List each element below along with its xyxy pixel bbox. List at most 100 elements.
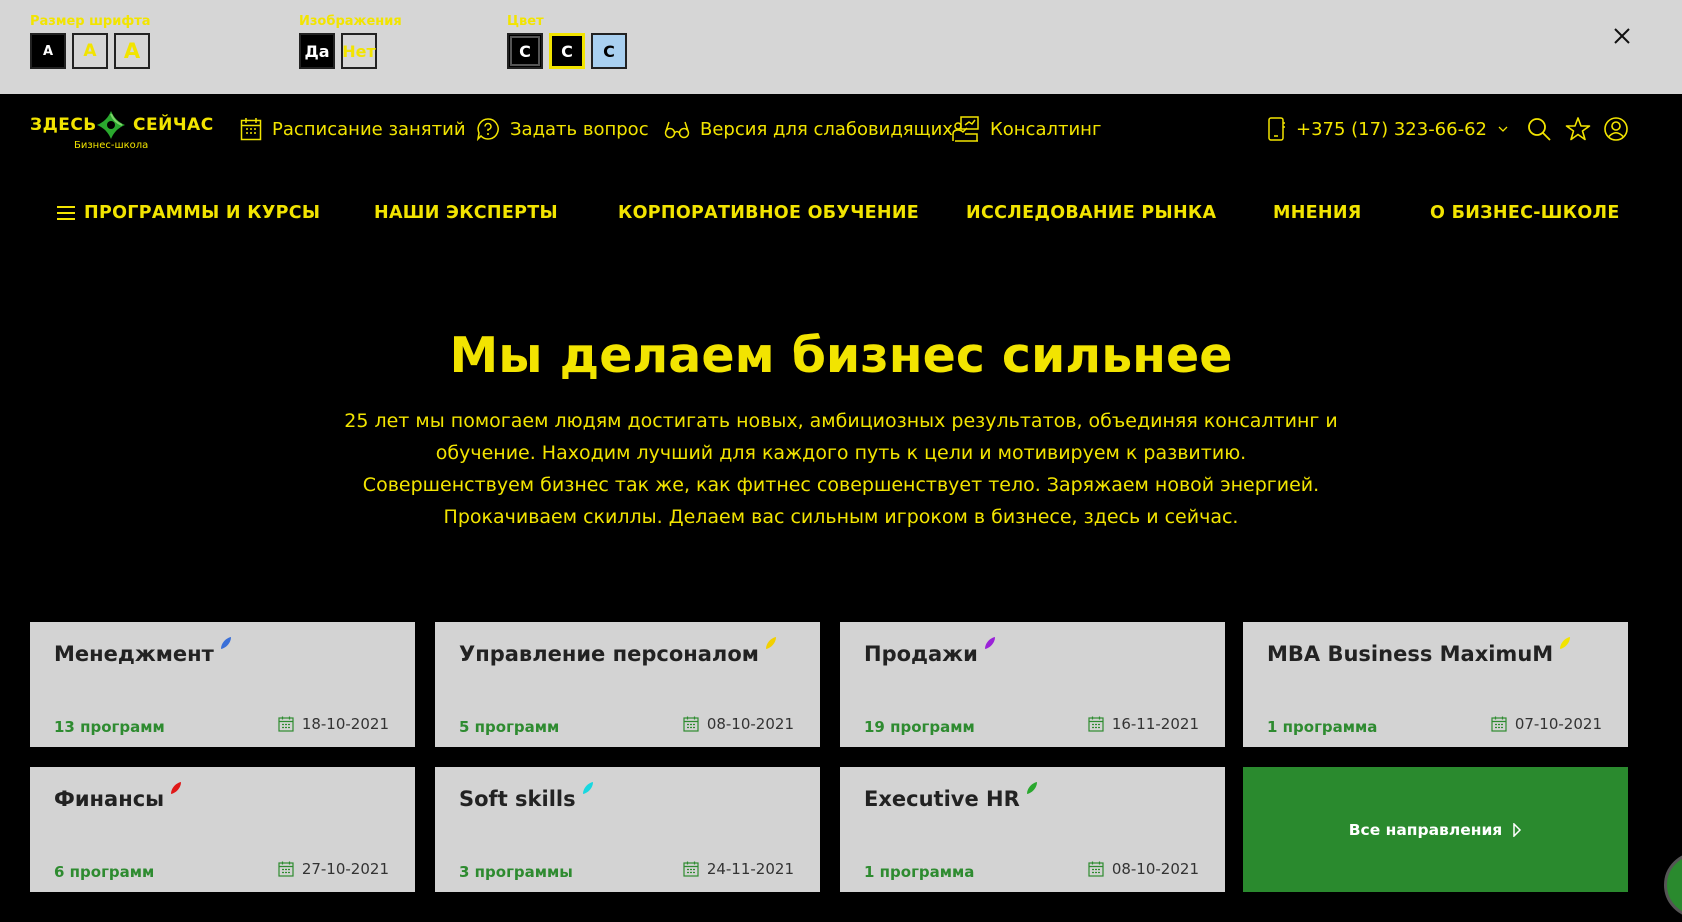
card-title-text: Управление персоналом	[459, 642, 759, 666]
card-program-count: 1 программа	[864, 863, 975, 881]
card-program-count: 6 программ	[54, 863, 155, 881]
card-program-count: 1 программа	[1267, 718, 1378, 736]
leaf-icon	[220, 637, 231, 649]
card-date-text: 07-10-2021	[1514, 715, 1602, 733]
close-icon[interactable]	[1610, 24, 1634, 48]
color-scheme-1-button[interactable]: C	[507, 33, 543, 69]
logo-text-left: ЗДЕСЬ	[30, 115, 97, 135]
calendar-icon	[1088, 861, 1104, 877]
user-icon[interactable]	[1603, 116, 1629, 142]
logo-subtitle: Бизнес-школа	[74, 140, 149, 151]
font-size-medium-button[interactable]: A	[72, 33, 108, 69]
calendar-icon	[278, 861, 294, 877]
card-title-text: Финансы	[54, 787, 165, 811]
card-program-count: 3 программы	[459, 863, 573, 881]
card-title: MBA Business MaximuM	[1267, 637, 1571, 666]
font-size-group: Размер шрифта A A A	[30, 14, 151, 69]
nav-programs-label: ПРОГРАММЫ И КУРСЫ	[84, 203, 321, 223]
logo[interactable]: ЗДЕСЬ СЕЙЧАС Бизнес-школа	[30, 110, 215, 154]
direction-card[interactable]: Продажи 19 программ 16-11-2021	[840, 622, 1225, 747]
chevron-down-icon	[1498, 126, 1508, 132]
direction-card[interactable]: Executive HR 1 программа 08-10-2021	[840, 767, 1225, 892]
ask-question-link[interactable]: Задать вопрос	[476, 114, 649, 144]
card-program-count: 19 программ	[864, 718, 975, 736]
calendar-icon	[1491, 716, 1507, 732]
card-date: 08-10-2021	[1088, 860, 1199, 878]
direction-card[interactable]: Управление персоналом 5 программ 08-10-202…	[435, 622, 820, 747]
nav-programs[interactable]: ПРОГРАММЫ И КУРСЫ	[56, 200, 320, 226]
font-size-small-button[interactable]: A	[30, 33, 66, 69]
consulting-link[interactable]: Консалтинг	[952, 114, 1101, 144]
card-title: Управление персоналом	[459, 637, 777, 666]
search-icon[interactable]	[1526, 116, 1552, 142]
calendar-icon	[683, 716, 699, 732]
card-date-text: 16-11-2021	[1111, 715, 1199, 733]
phone-dropdown[interactable]: +375 (17) 323-66-62	[1266, 114, 1509, 144]
nav-opinions[interactable]: МНЕНИЯ	[1273, 200, 1362, 226]
nav-about[interactable]: О БИЗНЕС-ШКОЛЕ	[1430, 200, 1620, 226]
card-date: 08-10-2021	[683, 715, 794, 733]
hero-description: 25 лет мы помогаем людям достигать новых…	[341, 405, 1341, 533]
direction-card[interactable]: MBA Business MaximuM 1 программа 07-10-202…	[1243, 622, 1628, 747]
images-group: Изображения Да Нет	[299, 14, 402, 69]
direction-card[interactable]: Soft skills 3 программы 24-11-2021	[435, 767, 820, 892]
images-no-button[interactable]: Нет	[341, 33, 377, 69]
hero-title: Мы делаем бизнес сильнее	[449, 327, 1233, 384]
low-vision-label: Версия для слабовидящих	[700, 118, 953, 140]
hero-line: Прокачиваем скиллы. Делаем вас сильным и…	[443, 506, 1239, 528]
card-title-text: Продажи	[864, 642, 978, 666]
card-date-text: 27-10-2021	[301, 860, 389, 878]
card-date-text: 18-10-2021	[301, 715, 389, 733]
question-bubble-icon	[476, 118, 499, 141]
card-date-text: 08-10-2021	[706, 715, 794, 733]
leaf-icon	[1026, 782, 1037, 794]
card-date: 07-10-2021	[1491, 715, 1602, 733]
card-date: 18-10-2021	[278, 715, 389, 733]
hero-line: обучение. Находим лучший для каждого пут…	[435, 442, 1247, 464]
hero-line: Совершенствуем бизнес так же, как фитнес…	[362, 474, 1320, 496]
font-size-large-button[interactable]: A	[114, 33, 150, 69]
accessibility-panel: Размер шрифта A A A Изображения Да Нет Ц…	[0, 0, 1682, 94]
color-label: Цвет	[507, 14, 544, 29]
card-date: 27-10-2021	[278, 860, 389, 878]
card-program-count: 13 программ	[54, 718, 165, 736]
card-date: 24-11-2021	[683, 860, 794, 878]
nav-research[interactable]: ИССЛЕДОВАНИЕ РЫНКА	[966, 200, 1216, 226]
calendar-icon	[240, 118, 262, 141]
color-scheme-2-button[interactable]: C	[549, 33, 585, 69]
card-title: Продажи	[864, 637, 996, 666]
card-title: Executive HR	[864, 782, 1038, 811]
color-scheme-3-button[interactable]: C	[591, 33, 627, 69]
chevron-right-icon	[1513, 822, 1522, 837]
star-icon[interactable]	[1565, 116, 1591, 142]
calendar-icon	[278, 716, 294, 732]
hero-line: 25 лет мы помогаем людям достигать новых…	[344, 410, 1338, 432]
card-title-text: Executive HR	[864, 787, 1020, 811]
schedule-link-label: Расписание занятий	[272, 118, 466, 140]
calendar-icon	[683, 861, 699, 877]
card-title: Менеджмент	[54, 637, 232, 666]
card-title-text: Soft skills	[459, 787, 576, 811]
card-title: Soft skills	[459, 782, 594, 811]
nav-experts[interactable]: НАШИ ЭКСПЕРТЫ	[374, 200, 558, 226]
direction-card[interactable]: Менеджмент 13 программ 18-10-2021	[30, 622, 415, 747]
color-group: Цвет C C C	[507, 14, 627, 69]
nav-corporate[interactable]: КОРПОРАТИВНОЕ ОБУЧЕНИЕ	[618, 200, 919, 226]
schedule-link[interactable]: Расписание занятий	[240, 114, 466, 144]
consulting-icon	[952, 116, 979, 142]
font-size-label: Размер шрифта	[30, 14, 151, 29]
images-yes-button[interactable]: Да	[299, 33, 335, 69]
all-directions-button[interactable]: Все направления	[1243, 767, 1628, 892]
chat-button[interactable]	[1664, 852, 1682, 918]
direction-card[interactable]: Финансы 6 программ 27-10-2021	[30, 767, 415, 892]
card-title: Финансы	[54, 782, 182, 811]
ask-question-label: Задать вопрос	[510, 118, 649, 140]
low-vision-link[interactable]: Версия для слабовидящих	[664, 114, 953, 144]
card-date-text: 08-10-2021	[1111, 860, 1199, 878]
all-directions-label: Все направления	[1348, 820, 1503, 839]
leaf-icon	[171, 782, 182, 794]
leaf-icon	[1560, 637, 1571, 649]
leaf-icon	[765, 637, 776, 649]
glasses-icon	[664, 121, 690, 139]
phone-icon	[1268, 117, 1285, 141]
